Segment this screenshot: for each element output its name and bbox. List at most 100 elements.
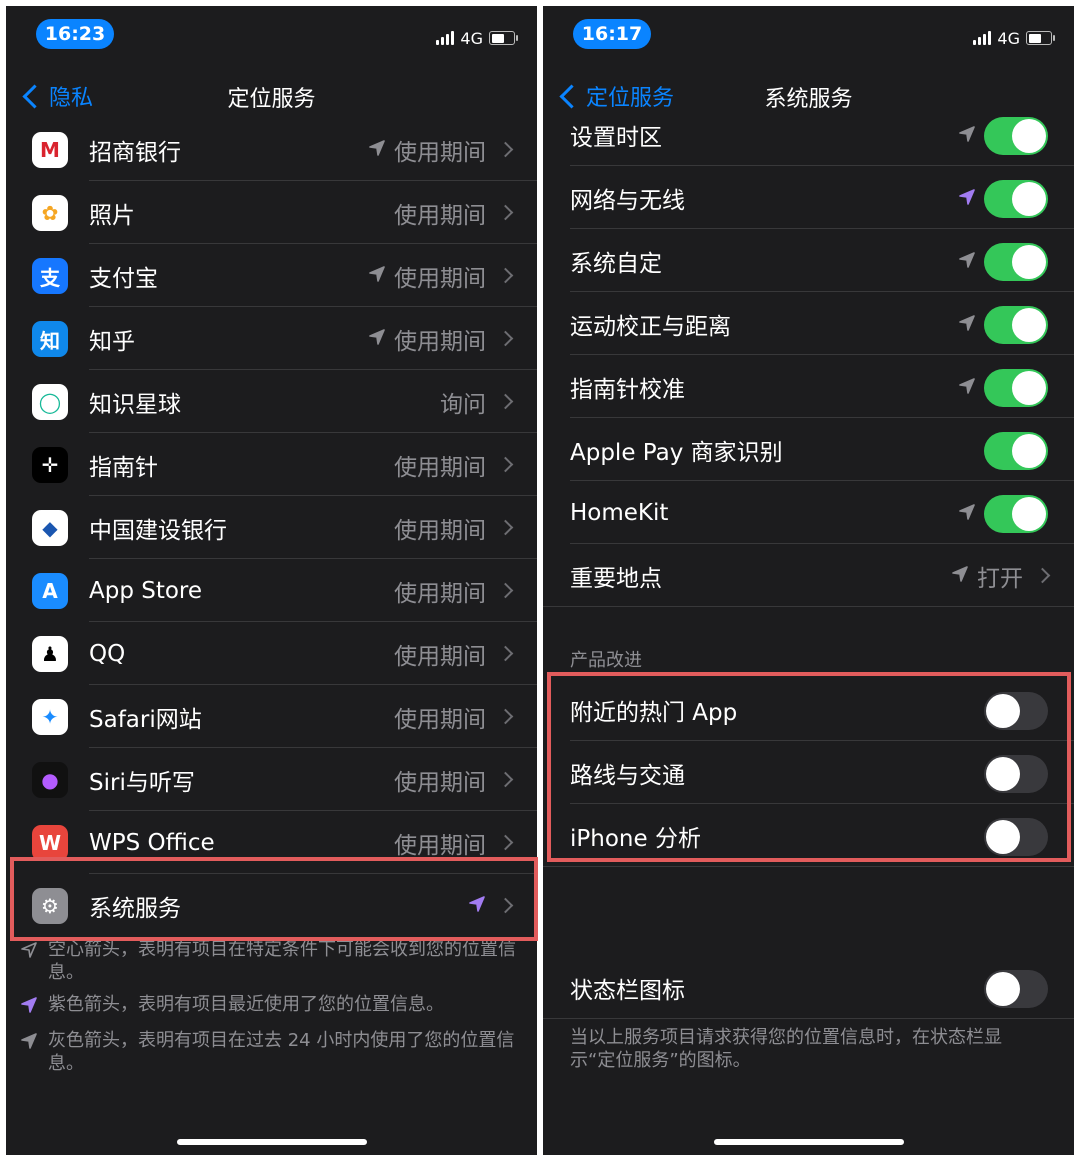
permission-status: 使用期间 [394, 580, 486, 607]
location-arrow-icon [368, 137, 386, 163]
chevron-right-icon [497, 267, 514, 284]
separator [543, 866, 1074, 867]
zsxq-icon: ◯ [32, 384, 68, 420]
location-arrow-icon [951, 563, 969, 589]
app-row[interactable]: ◯ 知识星球 询问 [6, 370, 537, 433]
location-arrow-icon [958, 125, 976, 147]
app-row[interactable]: ◆ 中国建设银行 使用期间 [6, 496, 537, 559]
toggle-knob [1012, 245, 1046, 279]
footer-text: 当以上服务项目请求获得您的位置信息时，在状态栏显示“定位服务”的图标。 [570, 1027, 1002, 1071]
legend-text: 空心箭头，表明有项目在特定条件下可能会收到您的位置信息。 [48, 939, 516, 983]
permission-status: 使用期间 [394, 202, 486, 229]
legend-note: 空心箭头，表明有项目在特定条件下可能会收到您的位置信息。 [20, 938, 517, 984]
service-name: 状态栏图标 [570, 977, 685, 1004]
legend-text: 紫色箭头，表明有项目最近使用了您的位置信息。 [48, 994, 444, 1015]
legend-note: 灰色箭头，表明有项目在过去 24 小时内使用了您的位置信息。 [20, 1029, 517, 1075]
home-indicator[interactable] [176, 1139, 367, 1145]
page-title: 定位服务 [227, 87, 316, 112]
toggle-switch[interactable] [984, 117, 1048, 155]
row-trailing: 使用期间 [368, 307, 514, 370]
ccb-icon: ◆ [32, 510, 68, 546]
purple-arrow-icon [20, 993, 48, 1020]
toggle-switch[interactable] [984, 432, 1048, 470]
row-trailing: 使用期间 [368, 118, 514, 181]
app-row[interactable]: ♟ QQ 使用期间 [6, 622, 537, 685]
toggle-switch[interactable] [984, 970, 1048, 1008]
chevron-right-icon [1034, 567, 1051, 584]
toggle-switch[interactable] [984, 495, 1048, 533]
signal-icon [973, 31, 992, 45]
status-value: 打开 [977, 565, 1023, 592]
network-type: 4G [997, 28, 1020, 48]
service-row: 系统自定 [543, 229, 1074, 292]
toggle-knob [1012, 182, 1046, 216]
row-trailing: 使用期间 [394, 181, 514, 244]
toggle-knob [1012, 434, 1046, 468]
network-type: 4G [460, 28, 483, 48]
right-screen: 16:17 4G 定位服务 系统服务 设置时区 网络与无线 系统自定 运动校正与距离指… [543, 6, 1074, 1155]
app-row[interactable]: ✿ 照片 使用期间 [6, 181, 537, 244]
app-row[interactable]: 支支付宝 使用期间 [6, 244, 537, 307]
cmb-icon: M [32, 132, 68, 168]
app-name: Siri与听写 [89, 769, 195, 796]
app-name: WPS Office [89, 829, 215, 856]
compass-icon: ✛ [32, 447, 68, 483]
location-arrow-icon [958, 251, 976, 273]
app-row[interactable]: M 招商银行 使用期间 [6, 118, 537, 181]
home-indicator[interactable] [713, 1139, 904, 1145]
appstore-icon: A [32, 573, 68, 609]
photos-icon: ✿ [32, 195, 68, 231]
clock: 16:23 [36, 19, 114, 49]
chevron-right-icon [497, 708, 514, 725]
location-arrow-icon [368, 326, 386, 352]
row-trailing: 使用期间 [394, 622, 514, 685]
app-name: Safari网站 [89, 706, 202, 733]
toggle-knob [1012, 371, 1046, 405]
toggle-knob [1012, 497, 1046, 531]
wps-icon: W [32, 825, 68, 861]
status-bar-icon-list: 状态栏图标 [543, 956, 1074, 1019]
separator [543, 1018, 1074, 1019]
app-name: 知乎 [89, 328, 135, 355]
status-bar: 16:23 4G [6, 6, 537, 76]
important-places-row[interactable]: 重要地点 打开 [543, 544, 1074, 607]
row-trailing: 使用期间 [394, 433, 514, 496]
permission-status: 使用期间 [394, 454, 486, 481]
row-trailing: 使用期间 [394, 748, 514, 811]
service-name: Apple Pay 商家识别 [570, 439, 783, 466]
siri-icon: ● [32, 762, 68, 798]
legend-note: 紫色箭头，表明有项目最近使用了您的位置信息。 [20, 993, 517, 1020]
app-row[interactable]: ● Siri与听写 使用期间 [6, 748, 537, 811]
service-row: 网络与无线 [543, 166, 1074, 229]
toggle-switch[interactable] [984, 306, 1048, 344]
chevron-right-icon [497, 456, 514, 473]
chevron-right-icon [497, 393, 514, 410]
signal-icon [436, 31, 455, 45]
row-trailing: 使用期间 [368, 244, 514, 307]
row-trailing: 使用期间 [394, 496, 514, 559]
app-name: 支付宝 [89, 265, 158, 292]
service-name: 指南针校准 [570, 376, 685, 403]
row-trailing: 使用期间 [394, 685, 514, 748]
toggle-switch[interactable] [984, 180, 1048, 218]
app-row[interactable]: ✦ Safari网站 使用期间 [6, 685, 537, 748]
status-bar: 16:17 4G [543, 6, 1074, 76]
hollow-arrow-icon [20, 938, 48, 965]
toggle-switch[interactable] [984, 243, 1048, 281]
toggle-switch[interactable] [984, 369, 1048, 407]
app-row[interactable]: ✛ 指南针 使用期间 [6, 433, 537, 496]
battery-icon [1026, 31, 1055, 45]
service-name: 网络与无线 [570, 187, 685, 214]
left-screen: 16:23 4G 隐私 定位服务 M 招商银行 使用期间 ✿ 照片 使用期间支支付宝 使用期… [6, 6, 537, 1155]
permission-status: 使用期间 [394, 769, 486, 796]
row-trailing: 使用期间 [394, 559, 514, 622]
app-row[interactable]: 知知乎 使用期间 [6, 307, 537, 370]
app-row[interactable]: A App Store 使用期间 [6, 559, 537, 622]
service-name: 设置时区 [570, 124, 662, 151]
arrow-legend: 空心箭头，表明有项目在特定条件下可能会收到您的位置信息。紫色箭头，表明有项目最近… [20, 938, 517, 1084]
service-row: 状态栏图标 [543, 956, 1074, 1019]
battery-icon [489, 31, 518, 45]
legend-text: 灰色箭头，表明有项目在过去 24 小时内使用了您的位置信息。 [48, 1030, 515, 1074]
row-trailing: 打开 [951, 544, 1051, 607]
permission-status: 使用期间 [394, 265, 486, 292]
